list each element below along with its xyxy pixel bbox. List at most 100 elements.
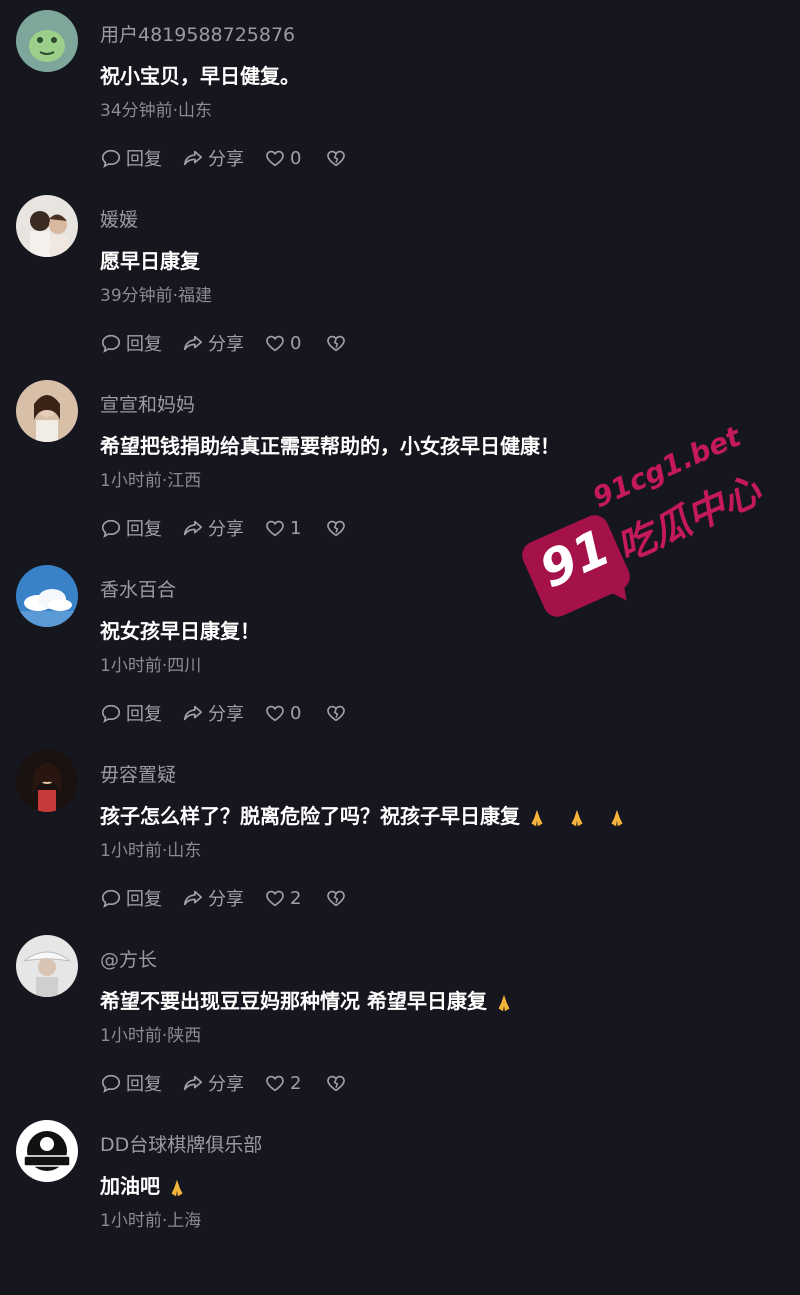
reply-icon bbox=[101, 149, 121, 168]
like-count: 2 bbox=[290, 1072, 302, 1094]
comment-text: 孩子怎么样了？脱离危险了吗？祝孩子早日康复 bbox=[100, 800, 628, 829]
username[interactable]: 宣宣和妈妈 bbox=[100, 390, 195, 417]
dislike-button[interactable] bbox=[325, 147, 347, 169]
like-count: 0 bbox=[290, 332, 302, 354]
reply-label: 回复 bbox=[126, 889, 162, 910]
like-count: 1 bbox=[290, 517, 302, 539]
broken-heart-icon bbox=[327, 150, 346, 167]
reply-label: 回复 bbox=[126, 149, 162, 170]
username[interactable]: 香水百合 bbox=[100, 575, 176, 602]
reply-button[interactable]: 回复 bbox=[100, 885, 162, 911]
like-button[interactable]: 2 bbox=[264, 887, 301, 909]
broken-heart-icon bbox=[327, 335, 346, 352]
share-icon bbox=[183, 150, 203, 166]
like-count: 2 bbox=[290, 887, 302, 909]
comment-item: 香水百合 祝女孩早日康复！ 1小时前·四川 回复 分享 0 bbox=[0, 555, 800, 740]
reply-button[interactable]: 回复 bbox=[100, 145, 162, 171]
comment-meta: 1小时前·上海 bbox=[100, 1211, 202, 1231]
heart-icon bbox=[266, 705, 284, 722]
user-avatar[interactable] bbox=[16, 195, 78, 257]
share-label: 分享 bbox=[208, 1074, 244, 1095]
user-avatar[interactable] bbox=[16, 10, 78, 72]
like-count: 0 bbox=[290, 702, 302, 724]
heart-icon bbox=[266, 1075, 284, 1092]
comment-meta: 1小时前·江西 bbox=[100, 471, 202, 491]
share-icon bbox=[183, 1075, 203, 1091]
share-button[interactable]: 分享 bbox=[182, 700, 244, 726]
comment-actions: 回复 分享 2 bbox=[100, 1069, 347, 1097]
user-avatar[interactable] bbox=[16, 1120, 78, 1182]
praying-hands-icon bbox=[526, 807, 548, 829]
share-icon bbox=[183, 705, 203, 721]
comment-item: 宣宣和妈妈 希望把钱捐助给真正需要帮助的，小女孩早日健康！ 1小时前·江西 回复… bbox=[0, 370, 800, 555]
comment-actions: 回复 分享 0 bbox=[100, 699, 347, 727]
user-avatar[interactable] bbox=[16, 750, 78, 812]
username[interactable]: @方长 bbox=[100, 945, 157, 972]
share-label: 分享 bbox=[208, 889, 244, 910]
comment-actions: 回复 分享 0 bbox=[100, 329, 347, 357]
comment-item: 媛媛 愿早日康复 39分钟前·福建 回复 分享 0 bbox=[0, 185, 800, 370]
broken-heart-icon bbox=[327, 520, 346, 537]
comment-actions: 回复 分享 2 bbox=[100, 884, 347, 912]
username[interactable]: 毋容置疑 bbox=[100, 760, 176, 787]
share-button[interactable]: 分享 bbox=[182, 515, 244, 541]
username[interactable]: 媛媛 bbox=[100, 205, 138, 232]
share-label: 分享 bbox=[208, 519, 244, 540]
reply-label: 回复 bbox=[126, 1074, 162, 1095]
user-avatar[interactable] bbox=[16, 935, 78, 997]
praying-hands-icon bbox=[566, 807, 588, 829]
comment-actions: 回复 分享 0 bbox=[100, 144, 347, 172]
comment-item: 用户4819588725876 祝小宝贝，早日健复。 34分钟前·山东 回复 分… bbox=[0, 0, 800, 185]
broken-heart-icon bbox=[327, 890, 346, 907]
comment-meta: 1小时前·山东 bbox=[100, 841, 202, 861]
like-count: 0 bbox=[290, 147, 302, 169]
user-avatar[interactable] bbox=[16, 380, 78, 442]
broken-heart-icon bbox=[327, 705, 346, 722]
share-label: 分享 bbox=[208, 704, 244, 725]
heart-icon bbox=[266, 890, 284, 907]
comment-meta: 39分钟前·福建 bbox=[100, 286, 213, 306]
reply-button[interactable]: 回复 bbox=[100, 515, 162, 541]
share-button[interactable]: 分享 bbox=[182, 885, 244, 911]
share-button[interactable]: 分享 bbox=[182, 330, 244, 356]
user-avatar[interactable] bbox=[16, 565, 78, 627]
dislike-button[interactable] bbox=[325, 332, 347, 354]
reply-button[interactable]: 回复 bbox=[100, 700, 162, 726]
praying-hands-icon bbox=[166, 1177, 188, 1199]
comment-meta: 1小时前·陕西 bbox=[100, 1026, 202, 1046]
comment-item: 毋容置疑 孩子怎么样了？脱离危险了吗？祝孩子早日康复 1小时前·山东 回复 分享… bbox=[0, 740, 800, 925]
comment-actions: 回复 分享 1 bbox=[100, 514, 347, 542]
share-icon bbox=[183, 335, 203, 351]
reply-button[interactable]: 回复 bbox=[100, 330, 162, 356]
share-button[interactable]: 分享 bbox=[182, 145, 244, 171]
reply-label: 回复 bbox=[126, 334, 162, 355]
share-icon bbox=[183, 520, 203, 536]
comment-text: 希望把钱捐助给真正需要帮助的，小女孩早日健康！ bbox=[100, 434, 560, 458]
share-label: 分享 bbox=[208, 149, 244, 170]
dislike-button[interactable] bbox=[325, 1072, 347, 1094]
praying-hands-icon bbox=[606, 807, 628, 829]
username[interactable]: DD台球棋牌俱乐部 bbox=[100, 1130, 262, 1157]
comment-meta: 1小时前·四川 bbox=[100, 656, 202, 676]
comment-text: 加油吧 bbox=[100, 1170, 188, 1199]
like-button[interactable]: 1 bbox=[264, 517, 301, 539]
dislike-button[interactable] bbox=[325, 887, 347, 909]
broken-heart-icon bbox=[327, 1075, 346, 1092]
praying-hands-icon bbox=[493, 992, 515, 1014]
dislike-button[interactable] bbox=[325, 702, 347, 724]
like-button[interactable]: 0 bbox=[264, 147, 301, 169]
share-button[interactable]: 分享 bbox=[182, 1070, 244, 1096]
share-icon bbox=[183, 890, 203, 906]
like-button[interactable]: 0 bbox=[264, 332, 301, 354]
comment-text: 愿早日康复 bbox=[100, 249, 200, 273]
username[interactable]: 用户4819588725876 bbox=[100, 20, 295, 47]
comment-text: 祝女孩早日康复！ bbox=[100, 619, 260, 643]
comment-item: DD台球棋牌俱乐部 加油吧 1小时前·上海 bbox=[0, 1110, 800, 1295]
reply-label: 回复 bbox=[126, 704, 162, 725]
dislike-button[interactable] bbox=[325, 517, 347, 539]
like-button[interactable]: 0 bbox=[264, 702, 301, 724]
like-button[interactable]: 2 bbox=[264, 1072, 301, 1094]
reply-label: 回复 bbox=[126, 519, 162, 540]
reply-button[interactable]: 回复 bbox=[100, 1070, 162, 1096]
reply-icon bbox=[101, 519, 121, 538]
